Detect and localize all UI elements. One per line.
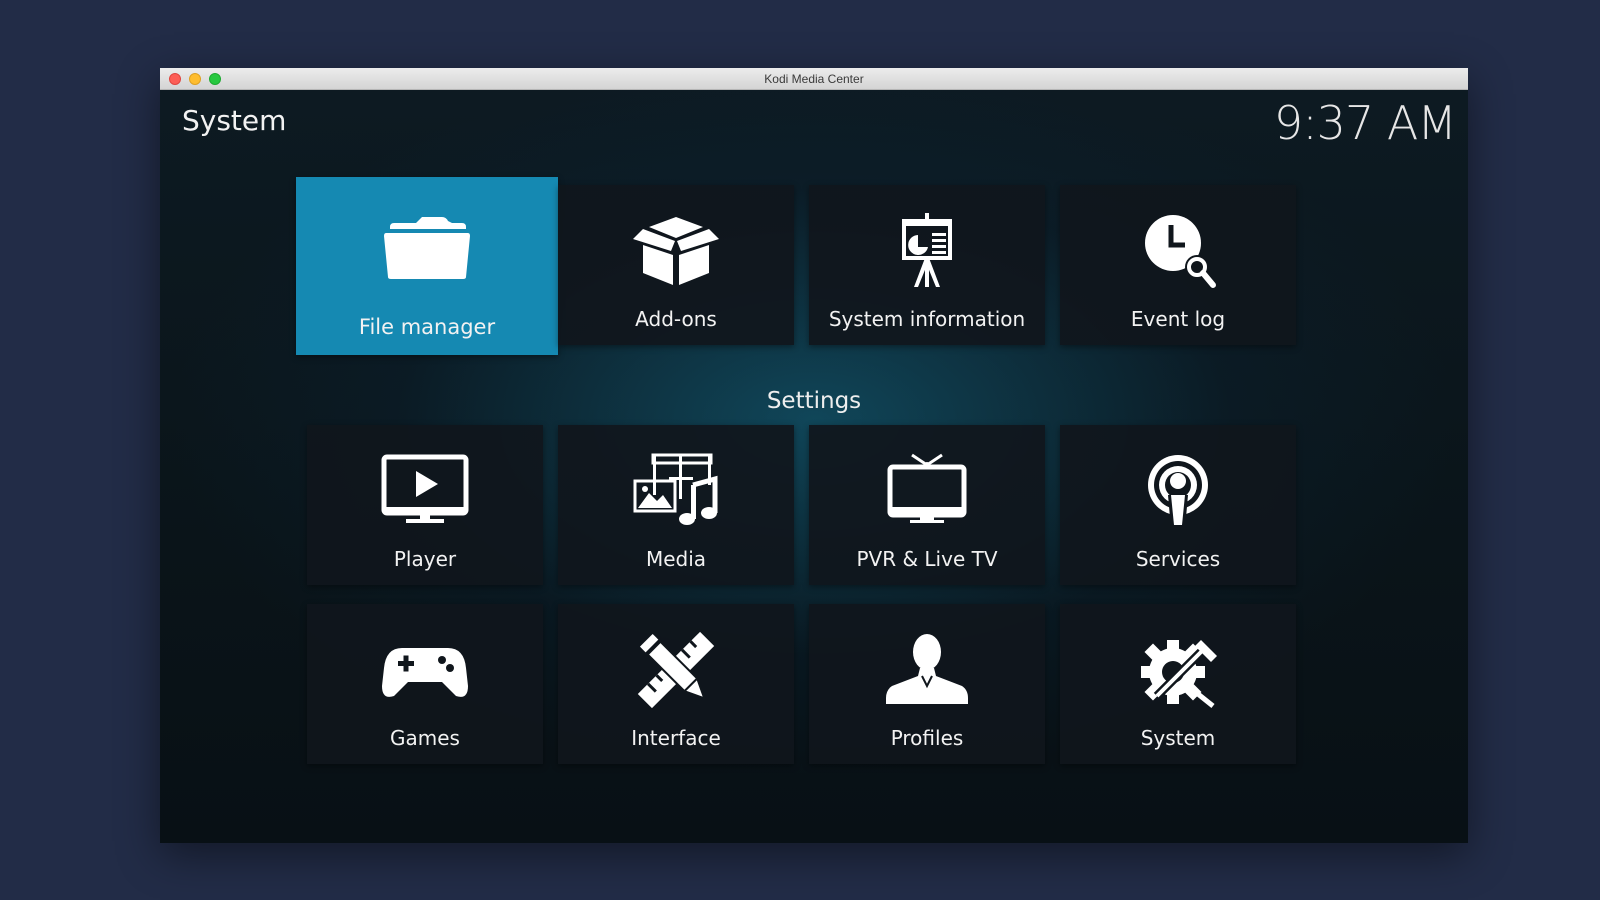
tile-label: Event log	[1130, 307, 1226, 331]
tile-label: System	[1140, 726, 1216, 750]
tile-label: Profiles	[890, 726, 964, 750]
tile-games[interactable]: Games	[307, 604, 543, 764]
title-bar[interactable]: Kodi Media Center	[160, 68, 1468, 90]
tile-system[interactable]: System	[1060, 604, 1296, 764]
tile-label: Services	[1135, 547, 1221, 571]
tile-label: Player	[393, 547, 457, 571]
tile-label: System information	[828, 307, 1026, 331]
media-icon	[633, 453, 718, 525]
tile-event-log[interactable]: Event log	[1060, 185, 1296, 345]
page-title: System	[182, 104, 287, 137]
tile-media[interactable]: Media	[558, 425, 794, 585]
monitor-play-icon	[381, 454, 469, 523]
gamepad-icon	[382, 648, 468, 697]
box-icon	[633, 217, 719, 285]
presentation-icon	[902, 213, 952, 287]
tile-label: Interface	[631, 726, 721, 750]
tile-interface[interactable]: Interface	[558, 604, 794, 764]
tile-add-ons[interactable]: Add-ons	[558, 185, 794, 345]
user-icon	[886, 634, 968, 704]
folder-icon	[384, 217, 470, 279]
tv-icon	[887, 453, 967, 523]
tile-profiles[interactable]: Profiles	[809, 604, 1045, 764]
gear-tools-icon	[1141, 640, 1217, 708]
tile-label: Games	[390, 726, 460, 750]
tile-services[interactable]: Services	[1060, 425, 1296, 585]
tile-file-manager[interactable]: File manager	[296, 177, 558, 355]
tile-pvr-live-tv[interactable]: PVR & Live TV	[809, 425, 1045, 585]
pencil-ruler-icon	[637, 631, 715, 709]
clock: 9:37 AM	[1273, 96, 1457, 150]
window-title: Kodi Media Center	[764, 72, 864, 86]
tile-system-information[interactable]: System information	[809, 185, 1045, 345]
broadcast-icon	[1148, 455, 1208, 529]
tile-label: Add-ons	[635, 307, 717, 331]
tile-player[interactable]: Player	[307, 425, 543, 585]
app-window: Kodi Media Center System 9:37 AM File ma…	[160, 68, 1468, 843]
clock-search-icon	[1145, 215, 1216, 288]
tile-label: File manager	[358, 315, 496, 339]
tile-label: Media	[645, 547, 707, 571]
kodi-system-screen: System 9:37 AM File manager Add-ons Syst…	[160, 90, 1468, 843]
settings-heading: Settings	[766, 388, 862, 414]
tile-label: PVR & Live TV	[856, 547, 998, 571]
